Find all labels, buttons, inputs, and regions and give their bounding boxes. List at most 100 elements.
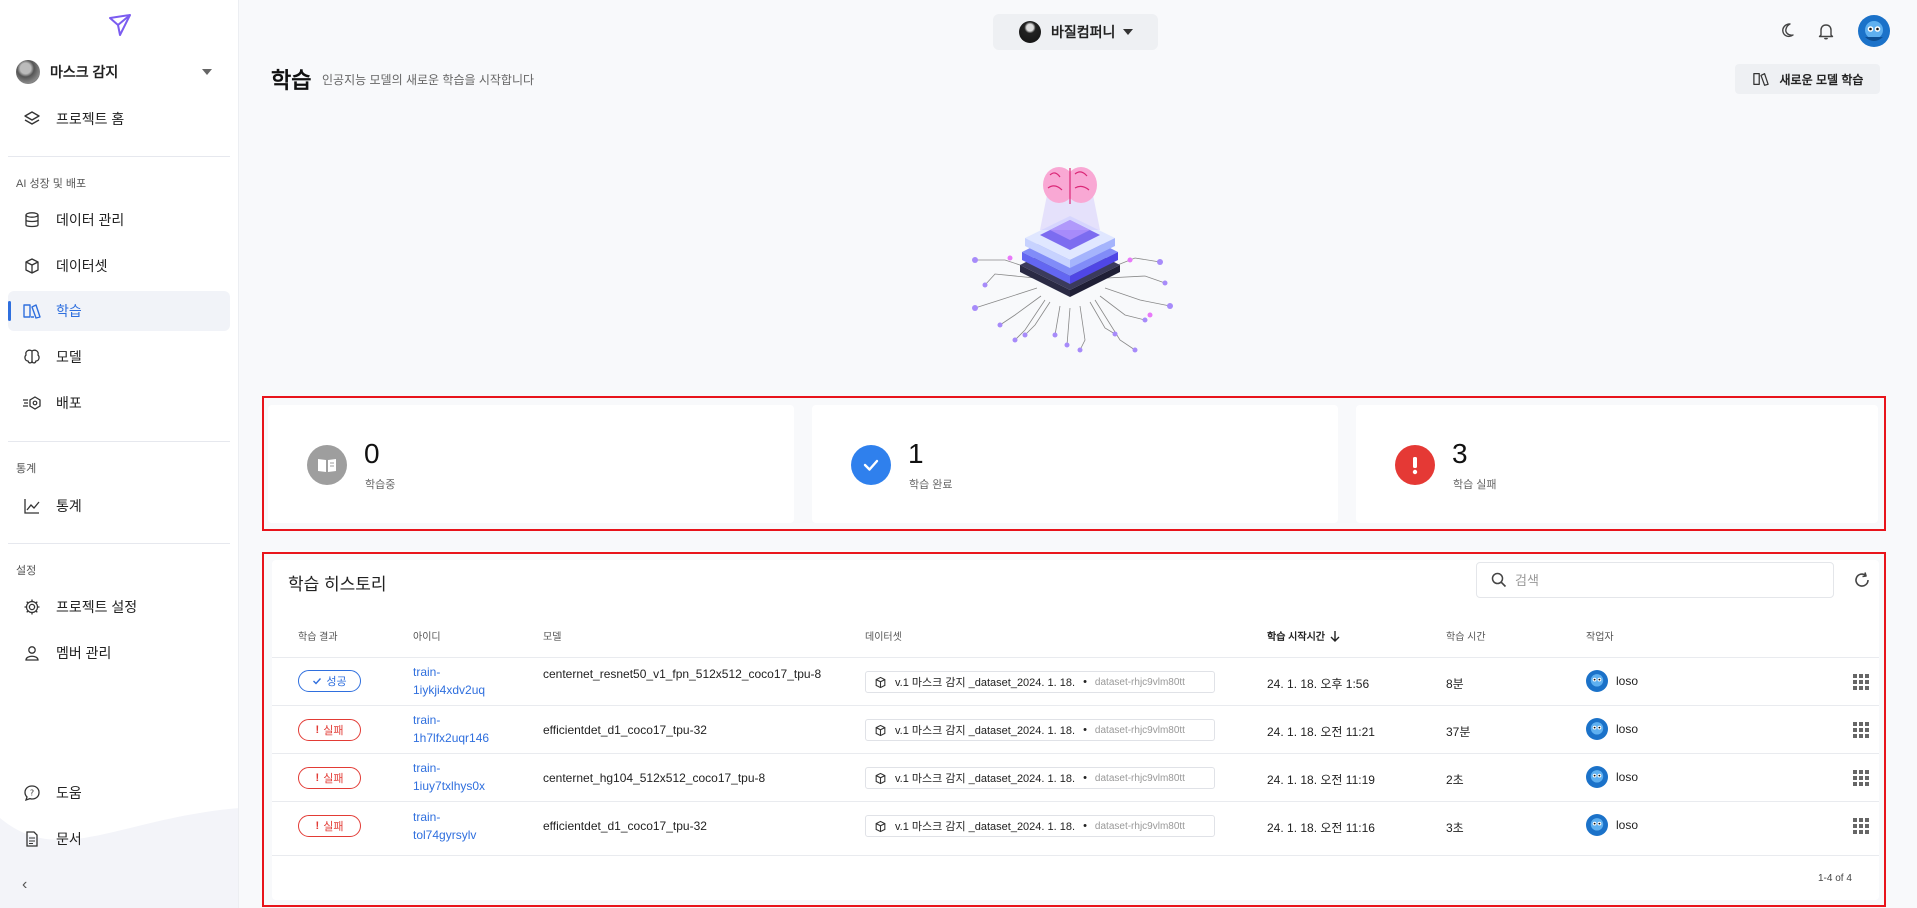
chevron-down-icon bbox=[202, 69, 212, 75]
check-icon bbox=[313, 678, 322, 685]
dataset-name: v.1 마스크 감지 _dataset_2024. 1. 18. bbox=[895, 821, 1076, 833]
dark-mode-icon[interactable] bbox=[1776, 20, 1798, 42]
bullet: • bbox=[1083, 772, 1087, 784]
company-selector[interactable]: 바질컴퍼니 bbox=[993, 14, 1158, 50]
cube-icon bbox=[22, 256, 42, 276]
user-icon bbox=[22, 643, 42, 663]
dataset-id: dataset-rhjc9vlm80tt bbox=[1094, 724, 1185, 736]
book-open-icon bbox=[307, 445, 347, 485]
sidebar-item-dataset[interactable]: 데이터셋 bbox=[8, 246, 230, 286]
worker-avatar bbox=[1586, 670, 1608, 692]
exclamation-icon: ! bbox=[315, 772, 320, 784]
start-time: 24. 1. 18. 오후 1:56 bbox=[1267, 677, 1370, 691]
training-id-link[interactable]: train-1iykji4xdv2uq bbox=[413, 663, 503, 699]
sidebar-item-model[interactable]: 모델 bbox=[8, 337, 230, 377]
book-icon bbox=[1752, 73, 1769, 86]
status-text: 실패 bbox=[323, 821, 344, 833]
history-title: 학습 히스토리 bbox=[288, 575, 387, 594]
stat-label: 학습중 bbox=[365, 479, 396, 491]
worker-name: loso bbox=[1616, 770, 1639, 784]
sidebar-item-project-settings[interactable]: 프로젝트 설정 bbox=[8, 587, 230, 627]
worker-avatar bbox=[1586, 766, 1608, 788]
sidebar-item-deploy[interactable]: 배포 bbox=[8, 383, 230, 423]
grid-menu-icon[interactable] bbox=[1852, 769, 1870, 787]
sidebar-item-project-home[interactable]: 프로젝트 홈 bbox=[8, 99, 230, 139]
worker: loso bbox=[1586, 718, 1638, 740]
search-box bbox=[1476, 562, 1834, 598]
stat-value: 0 bbox=[364, 438, 380, 469]
dataset-chip[interactable]: v.1 마스크 감지 _dataset_2024. 1. 18. • datas… bbox=[865, 767, 1215, 789]
new-model-training-label: 새로운 모델 학습 bbox=[1779, 72, 1864, 87]
svg-text:?: ? bbox=[30, 789, 34, 798]
sidebar-item-label: 배포 bbox=[56, 395, 82, 411]
new-model-training-button[interactable]: 새로운 모델 학습 bbox=[1735, 64, 1880, 94]
divider bbox=[8, 156, 230, 157]
dataset-name: v.1 마스크 감지 _dataset_2024. 1. 18. bbox=[895, 677, 1076, 689]
row-divider bbox=[272, 801, 1879, 802]
sidebar-item-training[interactable]: 학습 bbox=[8, 291, 230, 331]
status-text: 실패 bbox=[323, 725, 344, 737]
deploy-icon bbox=[22, 393, 42, 413]
ai-chip-illustration bbox=[972, 167, 1173, 353]
user-avatar[interactable] bbox=[1858, 15, 1890, 47]
worker: loso bbox=[1586, 670, 1638, 692]
stat-value: 1 bbox=[908, 438, 924, 469]
dataset-chip[interactable]: v.1 마스크 감지 _dataset_2024. 1. 18. • datas… bbox=[865, 671, 1215, 693]
dataset-name: v.1 마스크 감지 _dataset_2024. 1. 18. bbox=[895, 773, 1076, 785]
cube-icon bbox=[875, 820, 886, 832]
gear-icon bbox=[22, 597, 42, 617]
sidebar-item-statistics[interactable]: 통계 bbox=[8, 486, 230, 526]
sidebar-item-member-management[interactable]: 멤버 관리 bbox=[8, 633, 230, 673]
grid-menu-icon[interactable] bbox=[1852, 721, 1870, 739]
column-header-worker: 작업자 bbox=[1586, 632, 1614, 643]
training-id-link[interactable]: train-1h7lfx2uqr146 bbox=[413, 711, 503, 747]
model-name: efficientdet_d1_coco17_tpu-32 bbox=[543, 723, 707, 737]
layers-icon bbox=[22, 109, 42, 129]
row-divider bbox=[272, 855, 1879, 856]
bullet: • bbox=[1083, 820, 1087, 832]
training-id-link[interactable]: train-tol74gyrsylv bbox=[413, 808, 503, 844]
sidebar-item-label: 학습 bbox=[56, 303, 82, 319]
page-title: 학습 bbox=[271, 68, 312, 93]
bell-icon[interactable] bbox=[1815, 20, 1837, 42]
search-input[interactable] bbox=[1515, 572, 1815, 588]
training-id-link[interactable]: train-1iuy7txlhys0x bbox=[413, 759, 503, 795]
dataset-chip[interactable]: v.1 마스크 감지 _dataset_2024. 1. 18. • datas… bbox=[865, 719, 1215, 741]
refresh-icon[interactable] bbox=[1853, 571, 1871, 589]
section-label-stats: 통계 bbox=[16, 463, 37, 475]
collapse-sidebar-button[interactable]: ‹ bbox=[22, 876, 27, 894]
grid-menu-icon[interactable] bbox=[1852, 817, 1870, 835]
stat-card-completed: 1 학습 완료 bbox=[812, 405, 1338, 523]
project-selector[interactable]: 마스크 감지 bbox=[16, 58, 216, 86]
sidebar-item-label: 데이터셋 bbox=[56, 258, 108, 274]
status-text: 실패 bbox=[323, 773, 344, 785]
dataset-id: dataset-rhjc9vlm80tt bbox=[1094, 772, 1185, 784]
row-divider bbox=[272, 753, 1879, 754]
sidebar-item-docs[interactable]: 문서 bbox=[8, 819, 230, 859]
company-name: 바질컴퍼니 bbox=[1051, 24, 1116, 40]
grid-menu-icon[interactable] bbox=[1852, 673, 1870, 691]
sidebar-item-data-management[interactable]: 데이터 관리 bbox=[8, 200, 230, 240]
dataset-name: v.1 마스크 감지 _dataset_2024. 1. 18. bbox=[895, 725, 1076, 737]
section-label-ai: AI 성장 및 배포 bbox=[16, 178, 87, 190]
cube-icon bbox=[875, 676, 886, 688]
column-header-start-time[interactable]: 학습 시작시간 bbox=[1267, 628, 1341, 643]
sidebar-item-label: 데이터 관리 bbox=[56, 212, 125, 228]
status-badge-failed: ! 실패 bbox=[298, 815, 361, 837]
sidebar-item-help[interactable]: ? 도움 bbox=[8, 773, 230, 813]
logo-icon[interactable] bbox=[107, 12, 133, 38]
book-icon bbox=[22, 301, 42, 321]
check-circle-icon bbox=[851, 445, 891, 485]
dataset-id: dataset-rhjc9vlm80tt bbox=[1094, 676, 1185, 688]
sidebar-item-label: 모델 bbox=[56, 349, 82, 365]
section-label-settings: 설정 bbox=[16, 565, 37, 577]
chevron-down-icon bbox=[1123, 29, 1134, 35]
worker: loso bbox=[1586, 766, 1638, 788]
status-badge-failed: ! 실패 bbox=[298, 767, 361, 789]
column-header-start-time-label: 학습 시작시간 bbox=[1267, 632, 1325, 643]
pagination-info: 1-4 of 4 bbox=[1818, 873, 1852, 884]
stat-card-in-training: 0 학습중 bbox=[268, 405, 794, 523]
dataset-chip[interactable]: v.1 마스크 감지 _dataset_2024. 1. 18. • datas… bbox=[865, 815, 1215, 837]
cube-icon bbox=[875, 724, 886, 736]
column-header-id: 아이디 bbox=[413, 632, 441, 643]
